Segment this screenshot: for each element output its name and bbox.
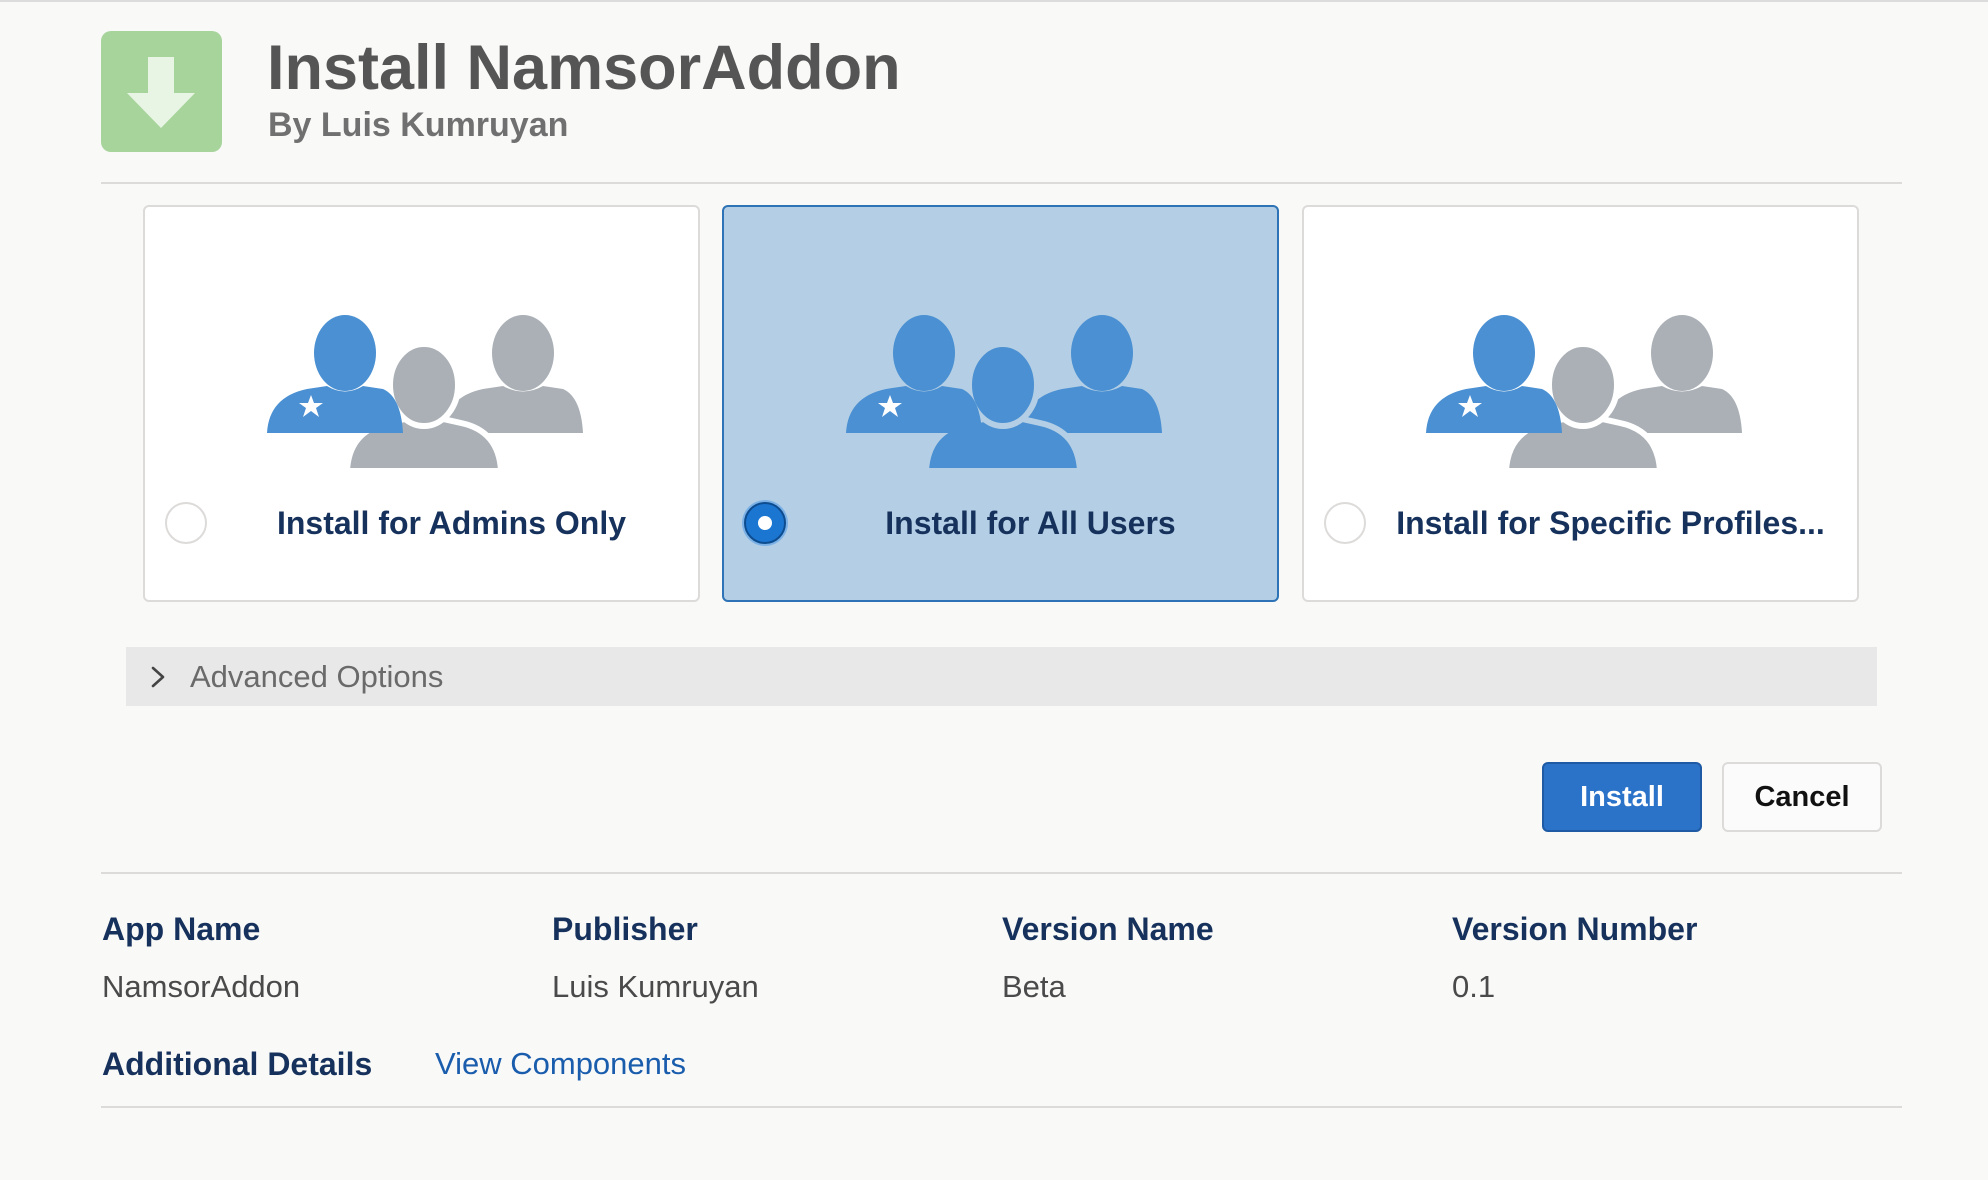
cancel-button[interactable]: Cancel — [1722, 762, 1882, 832]
publisher-heading: Publisher — [552, 911, 698, 947]
app-name-heading: App Name — [102, 911, 261, 947]
option-all-users[interactable]: Install for All Users — [722, 205, 1279, 602]
app-name-value: NamsorAddon — [102, 969, 301, 1004]
radio-specific-profiles[interactable] — [1324, 502, 1366, 544]
page-title: Install NamsorAddon — [267, 33, 901, 103]
chevron-right-icon — [151, 666, 165, 688]
additional-details-label: Additional Details — [102, 1046, 373, 1082]
top-divider — [0, 0, 1988, 2]
option-admins-only[interactable]: Install for Admins Only — [143, 205, 700, 602]
version-number-value: 0.1 — [1452, 969, 1496, 1004]
version-name-heading: Version Name — [1002, 911, 1214, 947]
publisher-value: Luis Kumruyan — [552, 969, 759, 1004]
publisher-byline: By Luis Kumruyan — [268, 106, 569, 144]
footer-divider — [101, 1106, 1902, 1108]
option-label-specific-profiles: Install for Specific Profiles... — [1396, 505, 1825, 541]
option-label-admins-only: Install for Admins Only — [276, 505, 627, 541]
option-label-all-users: Install for All Users — [885, 505, 1176, 541]
details-divider — [101, 872, 1902, 874]
advanced-options-toggle[interactable]: Advanced Options — [126, 647, 1877, 706]
download-arrow-icon — [101, 31, 222, 152]
install-button[interactable]: Install — [1542, 762, 1702, 832]
profile-users-icon — [1426, 315, 1742, 471]
radio-admins-only[interactable] — [165, 502, 207, 544]
all-users-icon — [846, 315, 1162, 471]
header-divider — [101, 182, 1902, 184]
option-specific-profiles[interactable]: Install for Specific Profiles... — [1302, 205, 1859, 602]
view-components-link[interactable]: View Components — [435, 1046, 686, 1082]
advanced-options-label: Advanced Options — [190, 659, 444, 694]
version-name-value: Beta — [1002, 969, 1066, 1004]
radio-all-users[interactable] — [744, 502, 786, 544]
version-number-heading: Version Number — [1452, 911, 1698, 947]
admin-users-icon — [267, 315, 583, 471]
